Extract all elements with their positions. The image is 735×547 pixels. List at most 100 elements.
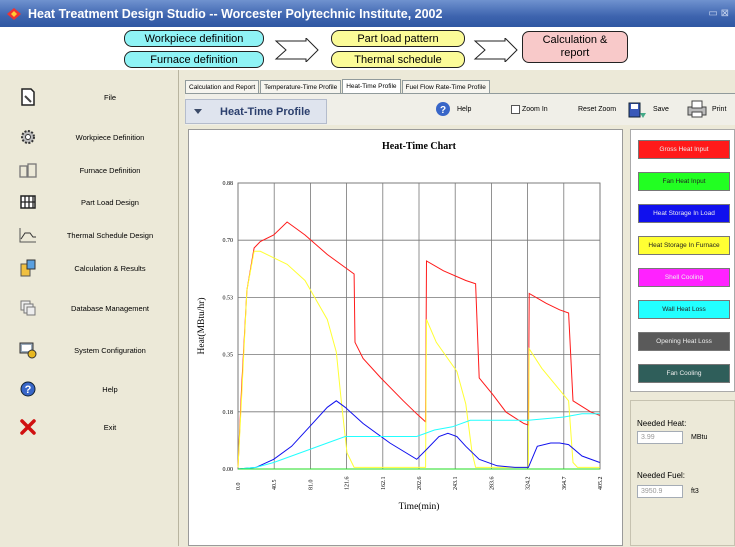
legend-gross-heat-input[interactable]: Gross Heat Input [638, 140, 730, 159]
database-icon [20, 300, 36, 316]
legend-opening-heat-loss[interactable]: Opening Heat Loss [638, 332, 730, 351]
reset-zoom-button[interactable]: Reset Zoom [578, 99, 616, 119]
sidebar-item-label: Help [102, 384, 118, 394]
legend-shell-cooling[interactable]: Shell Cooling [638, 268, 730, 287]
help-icon: ? [436, 102, 450, 116]
workflow-thermal-button[interactable]: Thermal schedule [331, 51, 465, 68]
svg-text:?: ? [440, 105, 446, 116]
legend-fan-heat-input[interactable]: Fan Heat Input [638, 172, 730, 191]
sidebar-item-label: Calculation & Results [74, 263, 146, 273]
window-title-bar: Heat Treatment Design Studio -- Worceste… [0, 0, 735, 27]
workflow-furnace-button[interactable]: Furnace definition [124, 51, 264, 68]
zoom-in-checkbox[interactable]: Zoom In [511, 99, 548, 119]
workflow-arrow-icon [274, 38, 319, 62]
workflow-workpiece-button[interactable]: Workpiece definition [124, 30, 264, 47]
tab-strip: Calculation and Report Temperature-Time … [185, 79, 491, 93]
needed-fuel-unit: ft3 [691, 488, 699, 495]
exit-icon [20, 419, 36, 435]
chart-title: Heat-Time Chart [382, 141, 457, 152]
config-icon [19, 342, 37, 359]
sidebar-item-part-load[interactable]: Part Load Design [0, 191, 179, 213]
window-title: Heat Treatment Design Studio -- Worceste… [28, 6, 443, 21]
workflow-arrow-icon [473, 38, 518, 62]
sidebar-item-label: File [103, 92, 117, 102]
grid-icon [20, 195, 36, 209]
help-button[interactable]: ? Help [435, 99, 471, 119]
y-tick-label: 0.35 [223, 353, 234, 359]
sidebar: File Workpiece Definition Furnace Defini… [0, 70, 179, 546]
sidebar-item-file[interactable]: File [0, 86, 179, 108]
y-tick-label: 0.53 [223, 295, 234, 301]
print-button[interactable]: Print [686, 99, 726, 119]
heat-time-chart[interactable]: 0.0 40.5 81.0 121.6 162.1 202.6 243.1 283.6 324.… [189, 130, 622, 545]
sidebar-item-label: Part Load Design [81, 197, 139, 207]
sidebar-item-label: Workpiece Definition [75, 132, 145, 142]
legend-heat-storage-load[interactable]: Heat Storage In Load [638, 204, 730, 223]
gear-icon [21, 130, 35, 144]
reset-zoom-label: Reset Zoom [578, 105, 617, 113]
legend-fan-cooling[interactable]: Fan Cooling [638, 364, 730, 383]
sidebar-item-label: Database Management [71, 303, 149, 313]
x-tick-label: 405.2 [598, 477, 604, 491]
legend-panel: Gross Heat Input Fan Heat Input Heat Sto… [630, 129, 735, 392]
window-controls[interactable]: ▭ ⊠ [708, 8, 729, 19]
printer-icon [687, 100, 707, 118]
panel-title-bar[interactable]: Heat-Time Profile [185, 99, 327, 124]
x-tick-label: 162.1 [381, 477, 387, 491]
sidebar-item-exit[interactable]: Exit [0, 416, 179, 438]
needed-panel: Needed Heat: 3.99 MBtu Needed Fuel: 3950… [630, 400, 735, 546]
x-tick-label: 40.5 [272, 480, 278, 491]
x-tick-label: 121.6 [345, 477, 351, 491]
needed-fuel-label: Needed Fuel: [637, 471, 686, 480]
needed-heat-label: Needed Heat: [637, 419, 687, 428]
workflow-calculation-button[interactable]: Calculation & report [522, 31, 628, 63]
workflow-part-load-button[interactable]: Part load pattern [331, 30, 465, 47]
tab-fuel-flow[interactable]: Fuel Flow Rate-Time Profile [401, 80, 490, 93]
tab-calculation-report[interactable]: Calculation and Report [185, 80, 260, 93]
sidebar-item-database[interactable]: Database Management [0, 297, 179, 319]
x-tick-label: 324.2 [526, 477, 532, 491]
sidebar-item-system-config[interactable]: System Configuration [0, 339, 179, 361]
calculator-icon [20, 259, 36, 277]
svg-text:?: ? [25, 384, 32, 396]
legend-wall-heat-loss[interactable]: Wall Heat Loss [638, 300, 730, 319]
workflow-strip: Workpiece definition Furnace definition … [0, 27, 735, 70]
zoom-in-label: Zoom In [522, 105, 548, 113]
workflow-calc-line1: Calculation & [542, 34, 608, 46]
x-tick-label: 0.0 [236, 483, 242, 491]
y-tick-label: 0.88 [223, 181, 234, 187]
app-logo-icon [7, 7, 21, 20]
panel-title: Heat-Time Profile [220, 106, 311, 118]
x-tick-label: 364.7 [562, 477, 568, 491]
y-tick-label: 0.70 [223, 238, 234, 244]
sidebar-item-workpiece[interactable]: Workpiece Definition [0, 126, 179, 148]
tab-temperature-time[interactable]: Temperature-Time Profile [260, 80, 342, 93]
sidebar-item-furnace[interactable]: Furnace Definition [0, 159, 179, 181]
legend-heat-storage-furnace[interactable]: Heat Storage In Furnace [638, 236, 730, 255]
save-label: Save [653, 105, 669, 113]
x-tick-label: 243.1 [453, 477, 459, 491]
y-tick-label: 0.18 [223, 410, 234, 416]
curve-icon [19, 228, 36, 243]
file-icon [21, 88, 35, 106]
x-tick-label: 81.0 [308, 480, 314, 491]
help-icon: ? [20, 381, 36, 397]
sidebar-item-calculation[interactable]: Calculation & Results [0, 257, 179, 279]
y-axis-label: Heat(MBtu/hr) [196, 298, 207, 355]
sidebar-item-thermal-schedule[interactable]: Thermal Schedule Design [0, 224, 179, 246]
sidebar-item-label: Furnace Definition [79, 165, 141, 175]
save-icon [628, 102, 646, 118]
workflow-calc-line2: report [560, 47, 590, 59]
tab-heat-time[interactable]: Heat-Time Profile [342, 79, 401, 93]
needed-heat-unit: MBtu [691, 434, 708, 441]
help-label: Help [457, 105, 472, 113]
needed-heat-field[interactable]: 3.99 [637, 431, 683, 444]
sidebar-item-label: Exit [103, 422, 117, 432]
print-label: Print [712, 105, 727, 113]
needed-fuel-field[interactable]: 3950.9 [637, 485, 683, 498]
checkbox-box[interactable] [511, 104, 520, 114]
collapse-triangle-icon[interactable] [194, 109, 202, 114]
x-tick-label: 283.6 [489, 477, 495, 491]
sidebar-item-help[interactable]: ? Help [0, 378, 179, 400]
save-button[interactable]: Save [627, 99, 669, 119]
